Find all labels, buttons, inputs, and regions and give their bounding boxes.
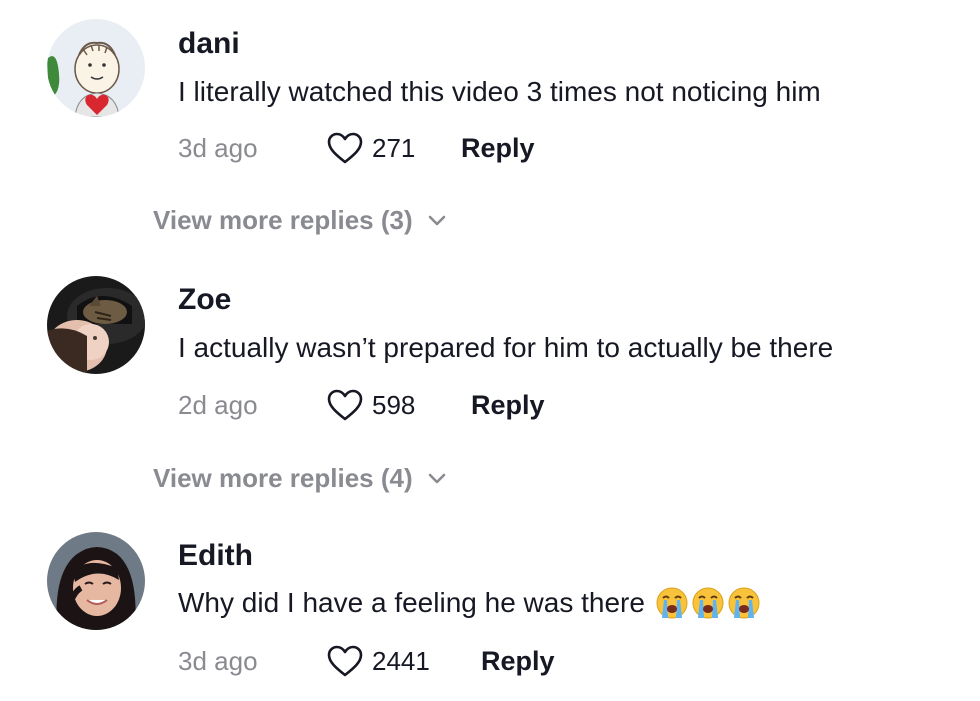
like-count: 271 [372, 132, 416, 163]
comment-timestamp: 2d ago [178, 389, 258, 420]
comment-body: Why did I have a feeling he was there [178, 587, 645, 618]
avatar-photo-person-icon [47, 532, 145, 630]
heart-icon [327, 132, 363, 164]
reply-button[interactable]: Reply [481, 646, 555, 677]
like-count: 2441 [372, 645, 430, 676]
comment-body: I actually wasn’t prepared for him to ac… [178, 332, 834, 363]
comment-username[interactable]: Zoe [178, 283, 231, 317]
comment-username[interactable]: dani [178, 27, 240, 61]
comment-username[interactable]: Edith [178, 539, 253, 573]
comment-text: I actually wasn’t prepared for him to ac… [178, 332, 833, 364]
like-button[interactable]: 271 [326, 131, 461, 165]
comment-body: I literally watched this video 3 times n… [178, 76, 821, 107]
view-more-replies-label: View more replies (3) [153, 204, 413, 235]
comment-list: dani I literally watched this video 3 ti… [0, 0, 980, 701]
view-more-replies-label: View more replies (4) [153, 462, 413, 493]
view-more-replies-button[interactable]: View more replies (4) [153, 458, 447, 498]
like-button[interactable]: 2441 [326, 644, 481, 678]
comment-text: Why did I have a feeling he was there [178, 586, 761, 620]
emoji-group [655, 586, 761, 620]
avatar[interactable] [47, 19, 145, 117]
chevron-down-icon [428, 473, 445, 484]
comment-text: I literally watched this video 3 times n… [178, 76, 821, 108]
like-button[interactable]: 598 [326, 388, 471, 422]
comment-meta: 3d ago 271 Reply [178, 128, 535, 168]
comment-timestamp: 3d ago [178, 132, 258, 163]
chevron-down-icon [428, 215, 445, 226]
view-more-replies-button[interactable]: View more replies (3) [153, 200, 447, 240]
reply-button[interactable]: Reply [471, 390, 545, 421]
reply-button[interactable]: Reply [461, 133, 535, 164]
comment-timestamp: 3d ago [178, 645, 258, 676]
heart-icon [327, 645, 363, 677]
heart-icon [327, 389, 363, 421]
like-count: 598 [372, 389, 416, 420]
avatar-photo-cat-icon [47, 276, 145, 374]
comment-meta: 3d ago 2441 Reply [178, 641, 555, 681]
avatar[interactable] [47, 532, 145, 630]
loudly-crying-face-emoji-icon [656, 587, 688, 619]
loudly-crying-face-emoji-icon [728, 587, 760, 619]
avatar-cartoon-linus-icon [47, 19, 145, 117]
comment-meta: 2d ago 598 Reply [178, 385, 545, 425]
loudly-crying-face-emoji-icon [692, 587, 724, 619]
avatar[interactable] [47, 276, 145, 374]
